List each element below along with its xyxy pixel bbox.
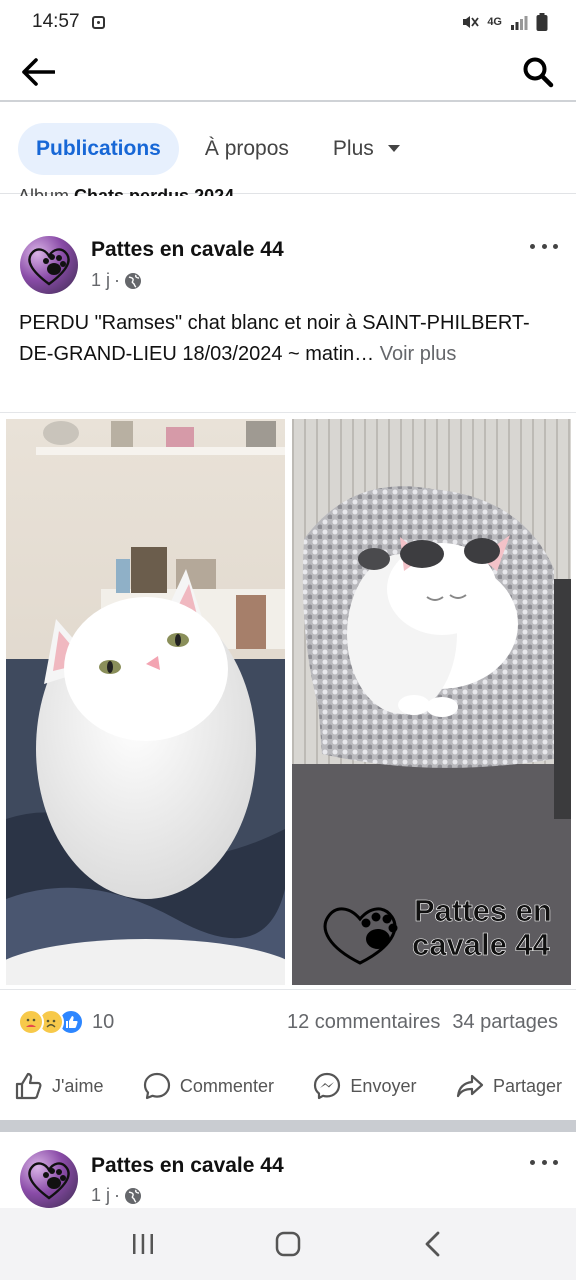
mute-icon xyxy=(463,16,480,28)
post-actions: J'aime Commenter Envoyer Partager xyxy=(0,1060,576,1112)
reactions-button[interactable]: 10 xyxy=(18,1009,114,1035)
paw-heart-logo-icon xyxy=(28,248,70,286)
top-app-bar xyxy=(0,44,576,102)
back-button[interactable] xyxy=(18,52,58,92)
page-tabs: Publications À propos Plus xyxy=(0,104,576,194)
engagement-counts: 12 commentaires 34 partages xyxy=(287,1011,558,1034)
home-button[interactable] xyxy=(258,1214,318,1274)
back-arrow-icon xyxy=(22,58,55,86)
tab-about[interactable]: À propos xyxy=(187,123,307,175)
watermark-text-2: cavale 44 xyxy=(412,927,551,962)
post-author[interactable]: Pattes en cavale 44 xyxy=(91,238,284,262)
album-label: Album Chats perdus 2024 xyxy=(18,184,234,196)
globe-icon xyxy=(125,1187,142,1204)
share-arrow-icon xyxy=(456,1074,484,1098)
recent-apps-button[interactable] xyxy=(113,1214,173,1274)
shares-count[interactable]: 34 partages xyxy=(452,1011,558,1034)
battery-icon xyxy=(536,13,548,31)
post-meta: 1 j · xyxy=(91,1185,142,1206)
back-chevron-icon xyxy=(425,1231,440,1257)
like-label: J'aime xyxy=(52,1075,104,1096)
comment-button[interactable]: Commenter xyxy=(142,1071,274,1101)
network-type: 4G xyxy=(487,16,502,28)
paw-heart-logo-icon xyxy=(28,1162,70,1200)
see-more-link[interactable]: Voir plus xyxy=(380,343,457,365)
recent-apps-icon xyxy=(132,1234,153,1254)
post-text: PERDU "Ramses" chat blanc et noir à SAIN… xyxy=(19,308,559,370)
system-navigation-bar xyxy=(0,1208,576,1280)
post-time: 1 j xyxy=(91,270,111,290)
dot-icon xyxy=(553,243,558,249)
post-options-button[interactable] xyxy=(530,236,558,256)
search-button[interactable] xyxy=(518,52,558,92)
messenger-icon xyxy=(314,1072,341,1100)
reactions-summary: 10 12 commentaires 34 partages xyxy=(18,1002,558,1042)
home-icon xyxy=(275,1231,301,1257)
post-photos: Pattes en cavale 44 xyxy=(0,412,576,990)
post-time: 1 j xyxy=(91,1185,111,1205)
comment-icon xyxy=(143,1072,171,1100)
send-label: Envoyer xyxy=(350,1075,417,1096)
tab-publications[interactable]: Publications xyxy=(18,122,179,175)
back-nav-button[interactable] xyxy=(403,1214,463,1274)
cat-photo-2[interactable]: Pattes en cavale 44 xyxy=(292,419,571,985)
thumbs-up-icon xyxy=(15,1072,42,1100)
send-button[interactable]: Envoyer xyxy=(312,1071,416,1101)
notification-icon xyxy=(91,15,105,29)
dot-icon xyxy=(530,243,535,249)
status-time-group: 14:57 xyxy=(32,11,105,33)
dot-icon xyxy=(541,243,547,249)
cat-photo-1[interactable] xyxy=(6,419,285,985)
dot-icon xyxy=(541,1159,547,1165)
post-meta: 1 j · xyxy=(91,270,142,291)
like-button[interactable]: J'aime xyxy=(14,1071,103,1101)
post-options-button[interactable] xyxy=(530,1152,558,1172)
share-label: Partager xyxy=(492,1075,562,1096)
cat-on-blanket-image: Pattes en cavale 44 xyxy=(292,419,571,985)
tab-label: Plus xyxy=(332,136,374,160)
tab-label: Publications xyxy=(36,136,161,160)
album-prefix: Album xyxy=(18,186,70,196)
author-avatar[interactable] xyxy=(20,1150,78,1208)
tab-label: À propos xyxy=(204,136,289,160)
status-bar: 14:57 4G xyxy=(0,0,576,44)
album-name: Chats perdus 2024 xyxy=(74,186,235,196)
share-button[interactable]: Partager xyxy=(455,1071,562,1101)
comments-count[interactable]: 12 commentaires xyxy=(287,1011,440,1034)
status-time: 14:57 xyxy=(32,11,80,32)
dropdown-caret-icon xyxy=(387,145,400,152)
tab-more[interactable]: Plus xyxy=(315,123,418,175)
cat-closeup-image xyxy=(6,419,285,985)
post-separator xyxy=(0,1120,576,1132)
dot-icon xyxy=(553,1159,558,1165)
author-avatar[interactable] xyxy=(20,236,78,294)
watermark-text-1: Pattes en xyxy=(414,893,552,928)
reaction-count: 10 xyxy=(92,1010,115,1033)
search-icon xyxy=(523,57,554,88)
dot-icon xyxy=(530,1159,535,1165)
care-reaction-icon xyxy=(18,1009,44,1035)
signal-icon xyxy=(511,16,528,30)
globe-icon xyxy=(125,272,142,289)
meta-separator: · xyxy=(114,1185,121,1205)
comment-label: Commenter xyxy=(179,1075,274,1096)
meta-separator: · xyxy=(114,270,121,290)
status-icons: 4G xyxy=(461,13,548,31)
post-author[interactable]: Pattes en cavale 44 xyxy=(91,1154,284,1178)
